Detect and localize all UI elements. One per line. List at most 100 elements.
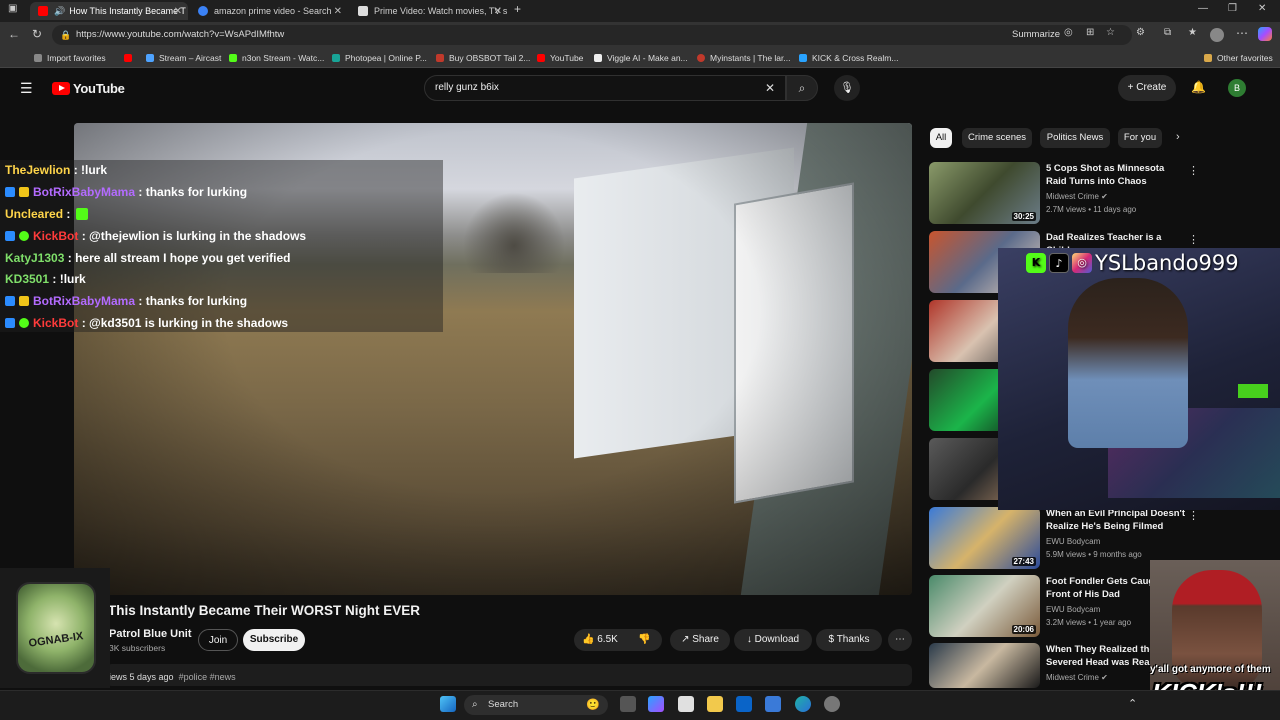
rec-thumbnail[interactable] [929, 643, 1040, 688]
kick-icon [229, 54, 237, 62]
dislike-button[interactable]: 👎 [638, 629, 650, 651]
rec-stats: 5.9M views • 9 months ago [1046, 550, 1142, 559]
thumbs-up-icon: 👍 [582, 634, 595, 645]
favorite-star-icon[interactable]: ☆ [1106, 27, 1115, 38]
split-screen-icon[interactable]: ⧉ [1164, 27, 1171, 38]
copilot-taskbar-icon[interactable] [648, 696, 664, 712]
copilot-icon[interactable]: ◎ [1064, 27, 1073, 38]
bookmark-myinstants[interactable]: Myinstants | The lar... [697, 52, 790, 64]
rec-thumbnail[interactable]: 20:06 [929, 575, 1040, 637]
rec-channel[interactable]: EWU Bodycam [1046, 537, 1100, 546]
bookmark-youtube-shortcut[interactable] [124, 52, 137, 64]
youtube-logo[interactable]: YouTube [52, 81, 125, 96]
edge-icon[interactable] [795, 696, 811, 712]
file-explorer-icon[interactable] [707, 696, 723, 712]
share-button[interactable]: ↗ Share [670, 629, 730, 651]
account-avatar[interactable]: B [1228, 79, 1246, 97]
chat-text: : thanks for lurking [138, 185, 248, 199]
create-button[interactable]: + Create [1118, 75, 1176, 101]
streamer-handle: YSLbando999 [1095, 251, 1239, 275]
extensions-icon[interactable]: ⚙ [1136, 27, 1145, 38]
like-button[interactable]: 👍 6.5K [582, 634, 618, 645]
thanks-button[interactable]: $ Thanks [816, 629, 882, 651]
kick-cross-icon [799, 54, 807, 62]
tab-youtube-video[interactable]: 🔊 How This Instantly Became T ✕ [30, 2, 188, 20]
rec-title[interactable]: 5 Cops Shot as Minnesota Raid Turns into… [1046, 162, 1186, 188]
rec-thumbnail[interactable]: 27:43 [929, 507, 1040, 569]
tab-prime-video[interactable]: Prime Video: Watch movies, TV sh ✕ [350, 2, 508, 20]
bookmark-youtube[interactable]: YouTube [537, 52, 583, 64]
url-field[interactable]: 🔒 https://www.youtube.com/watch?v=WsAPdI… [52, 25, 1132, 45]
url-text: https://www.youtube.com/watch?v=WsAPdIMf… [76, 29, 285, 40]
store-icon[interactable] [678, 696, 694, 712]
audio-icon[interactable]: 🔊 [54, 6, 65, 17]
minimize-icon[interactable]: — [1198, 3, 1208, 14]
rec-title[interactable]: When an Evil Principal Doesn't Realize H… [1046, 507, 1186, 533]
rec-channel[interactable]: Midwest Crime ✔ [1046, 192, 1108, 201]
close-window-icon[interactable]: ✕ [1258, 3, 1266, 14]
close-tab-icon[interactable]: ✕ [334, 6, 342, 17]
photos-icon[interactable] [765, 696, 781, 712]
tab-search[interactable]: amazon prime video - Search ✕ [190, 2, 348, 20]
bookmark-kick-cross-realm[interactable]: KICK & Cross Realm... [799, 52, 898, 64]
chat-message: KickBot : @kd3501 is lurking in the shad… [5, 316, 288, 330]
rec-menu-icon[interactable]: ⋮ [1188, 509, 1199, 522]
tray-expand-icon[interactable]: ⌃ [1128, 697, 1137, 710]
chips-next-icon[interactable]: › [1176, 131, 1180, 143]
prime-favicon-icon [358, 6, 368, 16]
rec-menu-icon[interactable]: ⋮ [1188, 233, 1199, 246]
search-input[interactable]: relly gunz b6ix ✕ [424, 75, 786, 101]
search-button[interactable]: ⌕ [786, 75, 818, 101]
more-actions-button[interactable]: ⋯ [888, 629, 912, 651]
profile-avatar[interactable] [1210, 28, 1224, 42]
hamburger-menu-icon[interactable]: ☰ [20, 80, 33, 97]
voice-search-button[interactable]: 🎙 [834, 75, 860, 101]
moderator-badge-icon [5, 187, 15, 197]
windows-start-icon[interactable] [440, 696, 456, 712]
obs-icon[interactable] [824, 696, 840, 712]
new-tab-icon[interactable]: + [514, 2, 521, 16]
lock-icon[interactable]: 🔒 [60, 25, 71, 45]
clear-search-icon[interactable]: ✕ [765, 76, 775, 100]
chip-for-you[interactable]: For you [1118, 128, 1162, 148]
rec-thumbnail[interactable]: 30:25 [929, 162, 1040, 224]
bookmark-obsbot[interactable]: Buy OBSBOT Tail 2... [436, 52, 530, 64]
rec-channel[interactable]: Midwest Crime ✔ [1046, 673, 1108, 682]
download-button[interactable]: ↓ Download [734, 629, 812, 651]
obsbot-icon [436, 54, 444, 62]
rec-channel[interactable]: EWU Bodycam [1046, 605, 1100, 614]
join-button[interactable]: Join [198, 629, 238, 651]
copilot-logo-icon[interactable] [1258, 27, 1272, 41]
other-favorites[interactable]: Other favorites [1204, 52, 1273, 64]
bookmark-aircast[interactable]: Stream – Aircast [146, 52, 221, 64]
moderator-badge-icon [5, 231, 15, 241]
more-icon[interactable]: ⋯ [1236, 26, 1248, 40]
bookmark-n3on[interactable]: n3on Stream - Watc... [229, 52, 324, 64]
task-view-icon[interactable] [620, 696, 636, 712]
close-tab-icon[interactable]: ✕ [174, 6, 182, 17]
outlook-icon[interactable] [736, 696, 752, 712]
download-icon: ↓ [746, 634, 755, 645]
tab-actions-icon[interactable]: ▣ [8, 3, 17, 14]
favorites-icon[interactable]: ★ [1188, 27, 1197, 38]
taskbar-search[interactable]: ⌕ Search 🙂 [464, 695, 608, 715]
channel-name[interactable]: Patrol Blue Unit [109, 628, 192, 640]
refresh-icon[interactable]: ↻ [32, 27, 42, 41]
chat-text: : @thejewlion is lurking in the shadows [81, 229, 307, 243]
hashtags[interactable]: #police #news [179, 672, 236, 682]
summarize-button[interactable]: Summarize [1012, 29, 1060, 40]
chip-all[interactable]: All [930, 128, 952, 148]
back-icon[interactable]: ← [8, 27, 20, 41]
rec-menu-icon[interactable]: ⋮ [1188, 164, 1199, 177]
notifications-bell-icon[interactable]: 🔔 [1191, 80, 1206, 94]
close-tab-icon[interactable]: ✕ [494, 6, 502, 17]
bookmark-photopea[interactable]: Photopea | Online P... [332, 52, 427, 64]
chip-politics-news[interactable]: Politics News [1040, 128, 1110, 148]
chat-text: : [66, 207, 71, 221]
chip-crime-scenes[interactable]: Crime scenes [962, 128, 1032, 148]
apps-icon[interactable]: ⊞ [1086, 27, 1094, 38]
subscribe-button[interactable]: Subscribe [243, 629, 305, 651]
bookmark-import-favorites[interactable]: Import favorites [34, 52, 106, 64]
restore-icon[interactable]: ❐ [1228, 3, 1237, 14]
bookmark-viggle[interactable]: Viggle AI - Make an... [594, 52, 688, 64]
